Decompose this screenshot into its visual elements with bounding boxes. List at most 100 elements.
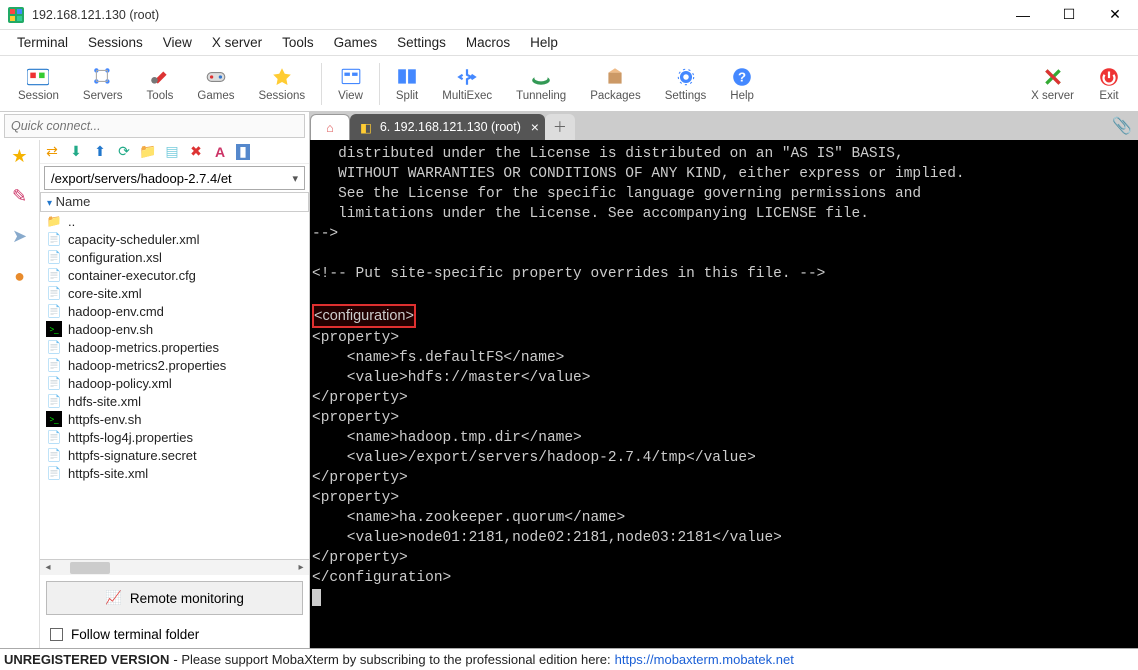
toolbar-exit[interactable]: Exit bbox=[1086, 64, 1132, 104]
toolbar-tools[interactable]: Tools bbox=[135, 64, 186, 104]
file-icon: 📄 bbox=[46, 249, 62, 265]
horizontal-scrollbar[interactable]: ◂▸ bbox=[40, 559, 309, 575]
toolbar: SessionServersToolsGamesSessionsViewSpli… bbox=[0, 56, 1138, 112]
split-icon bbox=[396, 66, 418, 88]
servers-icon bbox=[92, 66, 114, 88]
app-icon bbox=[8, 7, 24, 23]
file-toolbar: ⇄ ⬇ ⬆ ⟳ 📁 ▤ ✖ A ▮ bbox=[40, 140, 309, 164]
packages-icon bbox=[604, 66, 626, 88]
file-row[interactable]: 📄httpfs-log4j.properties bbox=[40, 428, 309, 446]
menu-games[interactable]: Games bbox=[325, 32, 387, 53]
tab-close-icon[interactable]: × bbox=[531, 119, 539, 135]
exit-icon bbox=[1098, 66, 1120, 88]
file-row[interactable]: 📄capacity-scheduler.xml bbox=[40, 230, 309, 248]
toolbar-x-server[interactable]: X server bbox=[1019, 64, 1086, 104]
path-text: /export/servers/hadoop-2.7.4/et bbox=[51, 171, 232, 186]
help-icon: ? bbox=[731, 66, 753, 88]
tab-new[interactable]: ＋ bbox=[545, 114, 575, 140]
file-list[interactable]: 📁..📄capacity-scheduler.xml📄configuration… bbox=[40, 212, 309, 559]
toolbar-servers[interactable]: Servers bbox=[71, 64, 135, 104]
remote-monitoring-button[interactable]: 📈 Remote monitoring bbox=[46, 581, 303, 615]
file-panel: ⇄ ⬇ ⬆ ⟳ 📁 ▤ ✖ A ▮ /export/servers/hadoop… bbox=[40, 140, 309, 648]
follow-terminal-row[interactable]: Follow terminal folder bbox=[40, 621, 309, 648]
window-title: 192.168.121.130 (root) bbox=[32, 8, 1000, 22]
file-row[interactable]: 📄hadoop-env.cmd bbox=[40, 302, 309, 320]
menu-macros[interactable]: Macros bbox=[457, 32, 519, 53]
file-row[interactable]: 📄httpfs-signature.secret bbox=[40, 446, 309, 464]
download-icon[interactable]: ⬇ bbox=[68, 144, 84, 160]
multiexec-icon bbox=[456, 66, 478, 88]
file-row[interactable]: >_hadoop-env.sh bbox=[40, 320, 309, 338]
send-icon[interactable]: ➤ bbox=[8, 224, 32, 248]
new-folder-icon[interactable]: 📁 bbox=[140, 144, 156, 160]
tab-session-active[interactable]: ◧ 6. 192.168.121.130 (root) × bbox=[350, 114, 545, 140]
path-combo[interactable]: /export/servers/hadoop-2.7.4/et ▾ bbox=[44, 166, 305, 190]
file-row[interactable]: >_httpfs-env.sh bbox=[40, 410, 309, 428]
toolbar-tunneling[interactable]: Tunneling bbox=[504, 64, 578, 104]
games-icon bbox=[205, 66, 227, 88]
file-row[interactable]: 📄container-executor.cfg bbox=[40, 266, 309, 284]
favorites-icon[interactable]: ★ bbox=[8, 144, 32, 168]
star-icon bbox=[271, 66, 293, 88]
menu-settings[interactable]: Settings bbox=[388, 32, 455, 53]
menu-sessions[interactable]: Sessions bbox=[79, 32, 152, 53]
file-row[interactable]: 📄configuration.xsl bbox=[40, 248, 309, 266]
status-message: - Please support MobaXterm by subscribin… bbox=[173, 652, 610, 667]
sidebar-body: ★ ✎ ➤ ● ⇄ ⬇ ⬆ ⟳ 📁 ▤ ✖ A ▮ /export/ bbox=[0, 140, 309, 648]
paperclip-icon[interactable]: 📎 bbox=[1112, 116, 1132, 136]
svg-text:?: ? bbox=[738, 69, 746, 84]
minimize-button[interactable]: — bbox=[1000, 0, 1046, 30]
file-row[interactable]: 📁.. bbox=[40, 212, 309, 230]
file-row[interactable]: 📄hadoop-policy.xml bbox=[40, 374, 309, 392]
macros-icon[interactable]: ✎ bbox=[8, 184, 32, 208]
toolbar-split[interactable]: Split bbox=[384, 64, 430, 104]
file-row[interactable]: 📄hadoop-metrics2.properties bbox=[40, 356, 309, 374]
ftp-icon[interactable]: ⇄ bbox=[44, 144, 60, 160]
menu-bar: TerminalSessionsViewX serverToolsGamesSe… bbox=[0, 30, 1138, 56]
delete-icon[interactable]: ✖ bbox=[188, 144, 204, 160]
menu-view[interactable]: View bbox=[154, 32, 201, 53]
menu-x-server[interactable]: X server bbox=[203, 32, 271, 53]
toolbar-packages[interactable]: Packages bbox=[578, 64, 653, 104]
follow-checkbox[interactable] bbox=[50, 628, 63, 641]
main-area: ★ ✎ ➤ ● ⇄ ⬇ ⬆ ⟳ 📁 ▤ ✖ A ▮ /export/ bbox=[0, 112, 1138, 648]
file-row[interactable]: 📄hdfs-site.xml bbox=[40, 392, 309, 410]
toolbar-games[interactable]: Games bbox=[185, 64, 246, 104]
column-icon[interactable]: ▮ bbox=[236, 144, 250, 160]
file-row[interactable]: 📄httpfs-site.xml bbox=[40, 464, 309, 482]
toolbar-session[interactable]: Session bbox=[6, 64, 71, 104]
close-button[interactable]: ✕ bbox=[1092, 0, 1138, 30]
menu-terminal[interactable]: Terminal bbox=[8, 32, 77, 53]
file-icon: 📁 bbox=[46, 213, 62, 229]
file-icon: 📄 bbox=[46, 429, 62, 445]
sidebar: ★ ✎ ➤ ● ⇄ ⬇ ⬆ ⟳ 📁 ▤ ✖ A ▮ /export/ bbox=[0, 112, 310, 648]
tab-home[interactable]: ⌂ bbox=[310, 114, 350, 140]
toolbar-settings[interactable]: Settings bbox=[653, 64, 719, 104]
toolbar-help[interactable]: ?Help bbox=[718, 64, 766, 104]
globe-icon[interactable]: ● bbox=[8, 264, 32, 288]
file-row[interactable]: 📄core-site.xml bbox=[40, 284, 309, 302]
text-icon[interactable]: A bbox=[212, 144, 228, 160]
new-file-icon[interactable]: ▤ bbox=[164, 144, 180, 160]
file-icon: 📄 bbox=[46, 465, 62, 481]
toolbar-multiexec[interactable]: MultiExec bbox=[430, 64, 504, 104]
menu-help[interactable]: Help bbox=[521, 32, 567, 53]
file-list-header[interactable]: ▾ Name bbox=[40, 192, 309, 212]
tools-icon bbox=[149, 66, 171, 88]
terminal[interactable]: distributed under the License is distrib… bbox=[310, 140, 1138, 648]
menu-tools[interactable]: Tools bbox=[273, 32, 323, 53]
file-icon: 📄 bbox=[46, 303, 62, 319]
file-icon: 📄 bbox=[46, 375, 62, 391]
file-icon: 📄 bbox=[46, 447, 62, 463]
upload-icon[interactable]: ⬆ bbox=[92, 144, 108, 160]
refresh-icon[interactable]: ⟳ bbox=[116, 144, 132, 160]
sidebar-iconbar: ★ ✎ ➤ ● bbox=[0, 140, 40, 648]
toolbar-sessions[interactable]: Sessions bbox=[246, 64, 317, 104]
maximize-button[interactable]: ☐ bbox=[1046, 0, 1092, 30]
monitor-icon: 📈 bbox=[105, 590, 122, 606]
quick-connect-input[interactable] bbox=[4, 114, 305, 138]
terminal-icon: ◧ bbox=[360, 120, 372, 135]
status-link[interactable]: https://mobaxterm.mobatek.net bbox=[615, 652, 794, 667]
toolbar-view[interactable]: View bbox=[326, 64, 375, 104]
file-row[interactable]: 📄hadoop-metrics.properties bbox=[40, 338, 309, 356]
